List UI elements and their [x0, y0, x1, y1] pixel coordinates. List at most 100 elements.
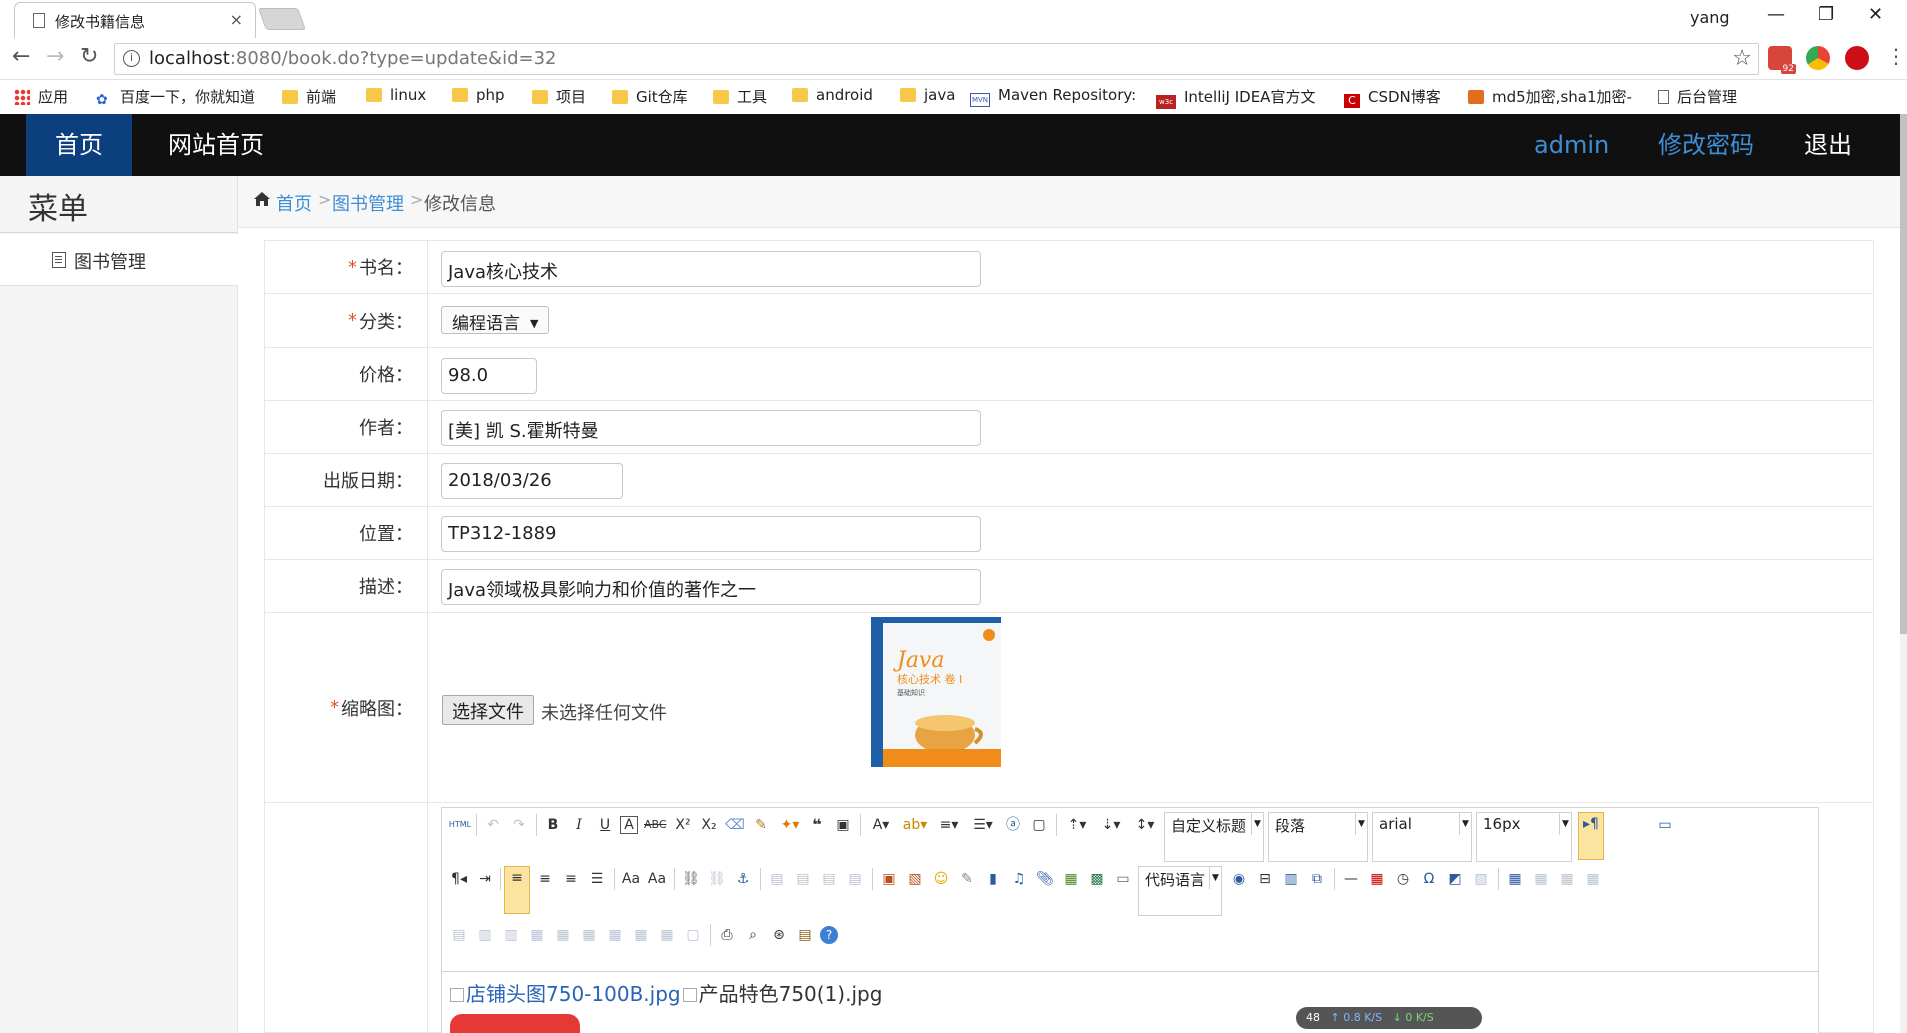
template-icon[interactable]: ⊟ — [1254, 868, 1276, 890]
strikethrough-icon[interactable]: ABC — [644, 814, 667, 836]
line-height-icon[interactable]: ↕▾ — [1130, 814, 1160, 836]
rtl-icon[interactable]: ¶◂ — [448, 868, 470, 890]
lowercase-icon[interactable]: Aa — [646, 868, 668, 890]
breadcrumb-home-link[interactable]: 首页 — [276, 190, 312, 216]
tab-close-icon[interactable]: × — [230, 10, 243, 29]
name-input[interactable]: Java核心技术 — [441, 251, 981, 287]
opera-extension-icon[interactable] — [1845, 46, 1869, 70]
help-icon[interactable]: ? — [820, 926, 838, 944]
bookmark-maven[interactable]: MVN Maven Repository: — [970, 86, 1136, 108]
gmap-icon[interactable]: ▩ — [1086, 868, 1108, 890]
uppercase-icon[interactable]: Aa — [620, 868, 642, 890]
bookmark-csdn[interactable]: C CSDN博客 — [1344, 86, 1441, 108]
insert-image-icon[interactable]: ▧ — [904, 868, 926, 890]
description-input[interactable]: Java领域极具影响力和价值的著作之一 — [441, 569, 981, 605]
subscript-icon[interactable]: X₂ — [698, 814, 720, 836]
url-input[interactable]: i localhost:8080/book.do?type=update&id=… — [114, 43, 1759, 75]
superscript-icon[interactable]: X² — [672, 814, 694, 836]
nav-admin-link[interactable]: admin — [1534, 114, 1609, 176]
insert-paragraph-before-table-icon[interactable]: ▦ — [1556, 868, 1578, 890]
split-to-rows-icon[interactable]: ▦ — [630, 924, 652, 946]
new-tab-button[interactable] — [257, 8, 307, 30]
paragraph-select[interactable]: 段落 ▼ — [1268, 812, 1368, 862]
split-to-cols-icon[interactable]: ▦ — [656, 924, 678, 946]
code-language-select[interactable]: 代码语言 ▼ — [1138, 866, 1222, 916]
align-center-icon[interactable]: ≡ — [534, 868, 556, 890]
snapscreen-icon[interactable]: ◩ — [1444, 868, 1466, 890]
site-info-icon[interactable]: i — [123, 50, 140, 67]
date-input[interactable]: 2018/03/26 — [441, 463, 623, 499]
align-right-icon[interactable]: ≡ — [560, 868, 582, 890]
blockquote-icon[interactable]: ❝ — [806, 814, 828, 836]
delete-row-icon[interactable]: ▤ — [448, 924, 470, 946]
bookmark-folder-git[interactable]: Git仓库 — [612, 86, 688, 108]
location-input[interactable]: TP312-1889 — [441, 516, 981, 552]
print-icon[interactable]: ⎙ — [716, 924, 738, 946]
nav-site-home-link[interactable]: 网站首页 — [168, 114, 264, 176]
bookmark-md5[interactable]: md5加密,sha1加密- — [1468, 86, 1632, 108]
auto-typeset-icon[interactable]: ✦▾ — [776, 814, 804, 836]
clear-doc-icon[interactable]: ▢ — [1028, 814, 1050, 836]
attachment-icon[interactable]: 📎︎ — [1034, 868, 1056, 890]
font-border-icon[interactable]: A — [620, 816, 638, 834]
font-family-select[interactable]: arial ▼ — [1372, 812, 1472, 862]
insert-frame-icon[interactable]: ▭ — [1112, 868, 1134, 890]
scrollbar-thumb[interactable] — [1900, 114, 1907, 634]
search-replace-binoculars-icon[interactable]: ⊛ — [768, 924, 790, 946]
restore-icon[interactable]: ❐ — [1818, 4, 1834, 25]
split-to-cells-icon[interactable]: ▦ — [604, 924, 626, 946]
url-text[interactable]: localhost:8080/book.do?type=update&id=32 — [149, 48, 557, 69]
nav-logout-link[interactable]: 退出 — [1804, 114, 1852, 176]
row-spacing-bottom-icon[interactable]: ⇣▾ — [1096, 814, 1126, 836]
breadcrumb-section-link[interactable]: 图书管理 — [332, 190, 404, 216]
bookmark-star-icon[interactable]: ☆ — [1732, 46, 1752, 71]
format-brush-icon[interactable]: ✎ — [750, 814, 772, 836]
map-icon[interactable]: ▦ — [1060, 868, 1082, 890]
bookmark-folder-project[interactable]: 项目 — [532, 86, 586, 108]
browser-menu-icon[interactable]: ⋮ — [1886, 44, 1906, 68]
chrome-extension-icon[interactable] — [1806, 46, 1830, 70]
unordered-list-icon[interactable]: ☰▾ — [968, 814, 998, 836]
image-right-icon[interactable]: ▤ — [818, 868, 840, 890]
back-icon[interactable]: ← — [12, 44, 30, 69]
page-break-icon[interactable]: ◉ — [1228, 868, 1250, 890]
html-source-icon[interactable]: HTML — [448, 814, 472, 836]
profile-name[interactable]: yang — [1690, 8, 1730, 27]
ordered-list-icon[interactable]: ≡▾ — [934, 814, 964, 836]
page-scrollbar[interactable] — [1900, 114, 1907, 1033]
bookmark-intellij[interactable]: w3c IntelliJ IDEA官方文 — [1156, 86, 1315, 109]
bold-icon[interactable]: B — [542, 814, 564, 836]
category-select[interactable]: 编程语言 ▼ — [441, 306, 550, 334]
window-close-icon[interactable]: ✕ — [1868, 4, 1883, 25]
redo-icon[interactable]: ↷ — [508, 814, 530, 836]
delete-table-icon[interactable]: ▦ — [1530, 868, 1552, 890]
insert-table-icon[interactable]: ▦ — [1504, 868, 1526, 890]
eraser-icon[interactable]: ⌫ — [724, 814, 746, 836]
wordimage-icon[interactable]: ⧉ — [1306, 868, 1328, 890]
time-icon[interactable]: ◷ — [1392, 868, 1414, 890]
fullscreen-icon[interactable]: ▭ — [1654, 814, 1676, 836]
rich-text-editor[interactable]: HTML ↶ ↷ B I U A ABC X² X₂ ⌫ ✎ ✦▾ ❝ ▣ A▾… — [441, 807, 1819, 1033]
bookmark-folder-java[interactable]: java — [900, 86, 955, 108]
forward-icon[interactable]: → — [46, 44, 64, 69]
select-all-icon[interactable]: ⓐ — [1002, 814, 1024, 836]
minimize-icon[interactable]: — — [1767, 4, 1785, 25]
paste-plain-icon[interactable]: ▣ — [832, 814, 854, 836]
insert-row-icon[interactable]: ▦ — [1582, 868, 1604, 890]
bookmark-folder-frontend[interactable]: 前端 — [282, 86, 336, 108]
reload-icon[interactable]: ↻ — [80, 44, 98, 69]
choose-file-button[interactable]: 选择文件 — [442, 695, 534, 725]
price-input[interactable]: 98.0 — [441, 358, 537, 394]
indent-icon[interactable]: ⇥ — [474, 868, 496, 890]
bookmark-folder-android[interactable]: android — [792, 86, 873, 108]
author-input[interactable]: [美] 凯 S.霍斯特曼 — [441, 410, 981, 446]
music-icon[interactable]: ♫ — [1008, 868, 1030, 890]
font-color-icon[interactable]: A▾ — [866, 814, 896, 836]
insert-video-icon[interactable]: ▮ — [982, 868, 1004, 890]
mail-extension-icon[interactable]: 92 — [1768, 46, 1796, 74]
background-icon[interactable]: ▥ — [1280, 868, 1302, 890]
bookmark-folder-linux[interactable]: linux — [366, 86, 426, 108]
underline-icon[interactable]: U — [594, 814, 616, 836]
bookmark-folder-php[interactable]: php — [452, 86, 505, 108]
bookmark-apps[interactable]: 应用 — [14, 86, 68, 108]
